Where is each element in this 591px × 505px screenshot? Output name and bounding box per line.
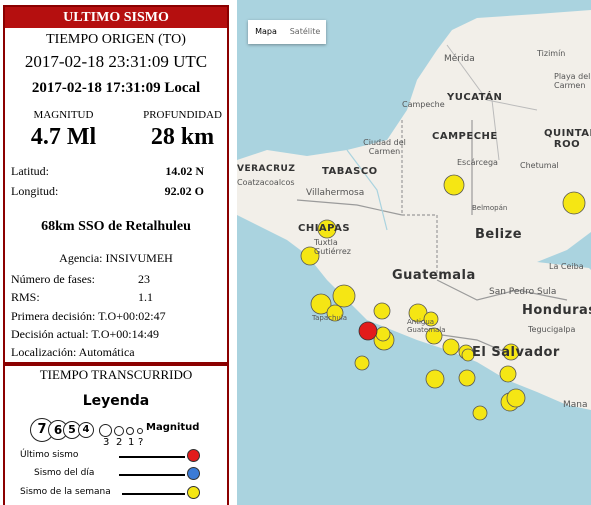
- label-belize: Belize: [475, 227, 523, 242]
- label-tabasco: TABASCO: [322, 166, 378, 177]
- label-honduras: Honduras: [522, 303, 591, 318]
- weekly-quake-marker[interactable]: [373, 302, 391, 320]
- legend-weekly-dot: [187, 486, 200, 499]
- latest-quake-marker[interactable]: [358, 321, 378, 341]
- depth-label: PROFUNDIDAD: [143, 109, 222, 121]
- label-campeche-state: CAMPECHE: [432, 131, 498, 142]
- magnitude-value: 4.7 Ml: [30, 124, 97, 150]
- label-veracruz: VERACRUZ: [237, 164, 296, 174]
- weekly-quake-marker[interactable]: [354, 355, 370, 371]
- label-campeche-city: Campeche: [402, 100, 445, 109]
- magnitude-label: MAGNITUD: [33, 109, 94, 121]
- weekly-quake-marker[interactable]: [499, 365, 517, 383]
- weekly-quake-marker[interactable]: [425, 369, 445, 389]
- label-belmopan: Belmopán: [472, 204, 508, 212]
- magnitude-4-circle: 4: [78, 422, 94, 438]
- map-type-control: Mapa Satélite: [248, 20, 326, 44]
- local-time: 2017-02-18 17:31:09 Local: [31, 80, 201, 96]
- legend-title: Leyenda: [82, 393, 150, 409]
- legend-latest-dot: [187, 449, 200, 462]
- label-tizimin: Tizimín: [537, 49, 566, 58]
- label-playa-del-carmen: Playa del Carmen: [554, 72, 591, 90]
- legend-daily-label: Sismo del día: [34, 468, 95, 478]
- magnitude-unknown-label: ?: [138, 437, 144, 448]
- label-tuxtla: Tuxtla Gutiérrez: [314, 238, 351, 256]
- legend-daily-dot: [187, 467, 200, 480]
- longitude-value: 92.02 O: [164, 184, 204, 198]
- label-managua: Mana: [563, 400, 588, 410]
- legend-weekly-label: Sismo de la semana: [20, 487, 111, 497]
- legend-daily-line: [119, 474, 185, 476]
- label-villahermosa: Villahermosa: [306, 188, 365, 198]
- magnitude-3-circle: [99, 424, 112, 437]
- label-tapachula: Tapachula: [312, 314, 348, 322]
- label-escarcega: Escárcega: [457, 158, 498, 167]
- label-san-pedro-sula: San Pedro Sula: [489, 287, 557, 297]
- utc-time: 2017-02-18 23:31:09 UTC: [24, 52, 208, 71]
- legend-latest-line: [119, 456, 185, 458]
- phases-value: 23: [138, 272, 150, 286]
- latitude-value: 14.02 N: [165, 164, 204, 178]
- elapsed-time-heading: TIEMPO TRANSCURRIDO: [39, 367, 193, 382]
- origin-time-heading: TIEMPO ORIGEN (TO): [46, 32, 186, 47]
- label-yucatan: YUCATÁN: [447, 92, 503, 103]
- satellite-view-button[interactable]: Satélite: [284, 20, 326, 44]
- agency: Agencia: INSIVUMEH: [59, 251, 173, 265]
- map-view-button[interactable]: Mapa: [248, 20, 284, 44]
- label-antigua: Antigua Guatemala: [407, 318, 446, 334]
- map-base: [237, 10, 591, 421]
- magnitude-2-label: 2: [116, 437, 123, 448]
- weekly-quake-marker[interactable]: [442, 338, 460, 356]
- rms-value: 1.1: [138, 290, 153, 304]
- location-type: Localización: Automática: [11, 345, 135, 359]
- earthquake-map[interactable]: Mérida Tizimín Playa del Carmen YUCATÁN …: [237, 0, 591, 505]
- label-coatzacoalcos: Coatzacoalcos: [237, 178, 295, 187]
- weekly-quake-marker[interactable]: [458, 369, 476, 387]
- weekly-quake-marker[interactable]: [562, 191, 586, 215]
- weekly-quake-marker[interactable]: [472, 405, 488, 421]
- weekly-quake-marker[interactable]: [443, 174, 465, 196]
- rms-label: RMS:: [11, 290, 40, 304]
- magnitude-1-label: 1: [128, 437, 135, 448]
- panel-title: ULTIMO SISMO: [5, 7, 227, 28]
- depth-value: 28 km: [150, 124, 215, 150]
- label-guatemala: Guatemala: [392, 268, 476, 283]
- label-el-salvador: El Salvador: [472, 345, 560, 360]
- legend-weekly-line: [122, 493, 185, 495]
- magnitude-3-label: 3: [103, 437, 110, 448]
- label-chiapas: CHIAPAS: [298, 223, 351, 234]
- weekly-quake-marker[interactable]: [506, 388, 526, 408]
- longitude-label: Longitud:: [11, 184, 59, 198]
- magnitude-unknown-circle: [137, 428, 143, 434]
- phases-label: Número de fases:: [11, 272, 95, 286]
- magnitude-1-circle: [126, 427, 134, 435]
- label-quintana-roo: QUINTANA ROO: [544, 128, 591, 150]
- label-chetumal: Chetumal: [520, 161, 559, 170]
- magnitude-word: Magnitud: [146, 422, 200, 433]
- label-ciudad-del-carmen: Ciudad del Carmen: [363, 138, 406, 156]
- legend-latest-label: Último sismo: [20, 450, 79, 460]
- region-description: 68km SSO de Retalhuleu: [41, 219, 191, 234]
- weekly-quake-marker[interactable]: [375, 326, 391, 342]
- label-merida: Mérida: [444, 54, 475, 64]
- first-decision: Primera decisión: T.O+00:02:47: [11, 309, 166, 323]
- earthquake-info-panel: ULTIMO SISMO TIEMPO ORIGEN (TO) 2017-02-…: [0, 0, 232, 505]
- weekly-quake-marker[interactable]: [332, 284, 356, 308]
- latitude-label: Latitud:: [11, 164, 49, 178]
- label-la-ceiba: La Ceiba: [549, 262, 584, 271]
- magnitude-2-circle: [114, 426, 124, 436]
- current-decision: Decisión actual: T.O+00:14:49: [11, 327, 159, 341]
- label-tegucigalpa: Tegucigalpa: [528, 325, 576, 334]
